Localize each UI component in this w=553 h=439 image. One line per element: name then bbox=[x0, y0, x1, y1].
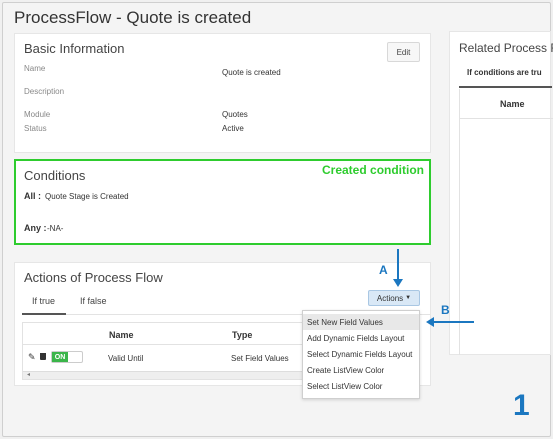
scroll-left-icon[interactable]: ◂ bbox=[27, 371, 30, 378]
any-label: Any : bbox=[24, 223, 47, 233]
toggle-on-label: ON bbox=[52, 352, 68, 362]
row-type-cell: Set Field Values bbox=[231, 354, 289, 363]
status-toggle[interactable]: ON bbox=[51, 351, 83, 363]
menu-item-create-listview-color[interactable]: Create ListView Color bbox=[303, 362, 419, 378]
edit-button[interactable]: Edit bbox=[387, 42, 420, 62]
created-condition-callout: Created condition bbox=[322, 163, 425, 177]
pencil-icon[interactable]: ✎ bbox=[28, 352, 36, 363]
page-title: ProcessFlow - Quote is created bbox=[14, 8, 252, 27]
field-value-module: Quotes bbox=[222, 110, 248, 119]
related-table: Name bbox=[459, 89, 553, 355]
tab-active-indicator bbox=[22, 313, 66, 315]
conditions-title: Conditions bbox=[24, 168, 86, 183]
basic-info-title: Basic Information bbox=[24, 41, 125, 56]
field-label-name: Name bbox=[24, 64, 46, 73]
field-label-description: Description bbox=[24, 87, 65, 96]
all-value: Quote Stage is Created bbox=[45, 192, 129, 201]
caret-down-icon: ▼ bbox=[405, 295, 412, 301]
table-horizontal-scrollbar[interactable]: ◂ bbox=[23, 371, 323, 379]
annotation-a-label: A bbox=[379, 263, 388, 277]
menu-item-select-dynamic-fields-layout[interactable]: Select Dynamic Fields Layout bbox=[303, 346, 419, 362]
menu-item-set-new-field-values[interactable]: Set New Field Values bbox=[303, 314, 419, 330]
menu-item-add-dynamic-fields-layout[interactable]: Add Dynamic Fields Layout bbox=[303, 330, 419, 346]
related-tab-underline bbox=[459, 86, 552, 88]
annotation-b-label: B bbox=[441, 303, 450, 317]
table-header bbox=[23, 323, 323, 345]
actions-title: Actions of Process Flow bbox=[24, 270, 163, 285]
row-name-cell: Valid Until bbox=[108, 354, 144, 363]
any-value: -NA- bbox=[47, 224, 64, 233]
field-label-module: Module bbox=[24, 110, 51, 119]
actions-button-label: Actions bbox=[376, 293, 404, 303]
tab-if-false[interactable]: If false bbox=[80, 296, 107, 306]
step-number-label: 1 bbox=[513, 389, 530, 422]
field-label-status: Status bbox=[24, 124, 47, 133]
tab-if-true[interactable]: If true bbox=[32, 296, 55, 306]
related-column-header-name: Name bbox=[500, 99, 525, 109]
related-process-title: Related Process F bbox=[459, 41, 553, 55]
menu-item-select-listview-color[interactable]: Select ListView Color bbox=[303, 378, 419, 394]
actions-menu: Set New Field Values Add Dynamic Fields … bbox=[302, 310, 420, 399]
all-label: All : bbox=[24, 191, 41, 201]
related-tab-if-conditions-true[interactable]: If conditions are tru bbox=[467, 68, 542, 77]
column-header-type: Type bbox=[232, 330, 253, 340]
trash-icon[interactable] bbox=[40, 353, 46, 360]
actions-dropdown-button[interactable]: Actions ▼ bbox=[368, 290, 420, 306]
related-process-panel: Related Process F If conditions are tru … bbox=[449, 31, 553, 355]
column-header-name: Name bbox=[109, 330, 134, 340]
field-value-status: Active bbox=[222, 124, 244, 133]
field-value-name: Quote is created bbox=[222, 68, 281, 77]
